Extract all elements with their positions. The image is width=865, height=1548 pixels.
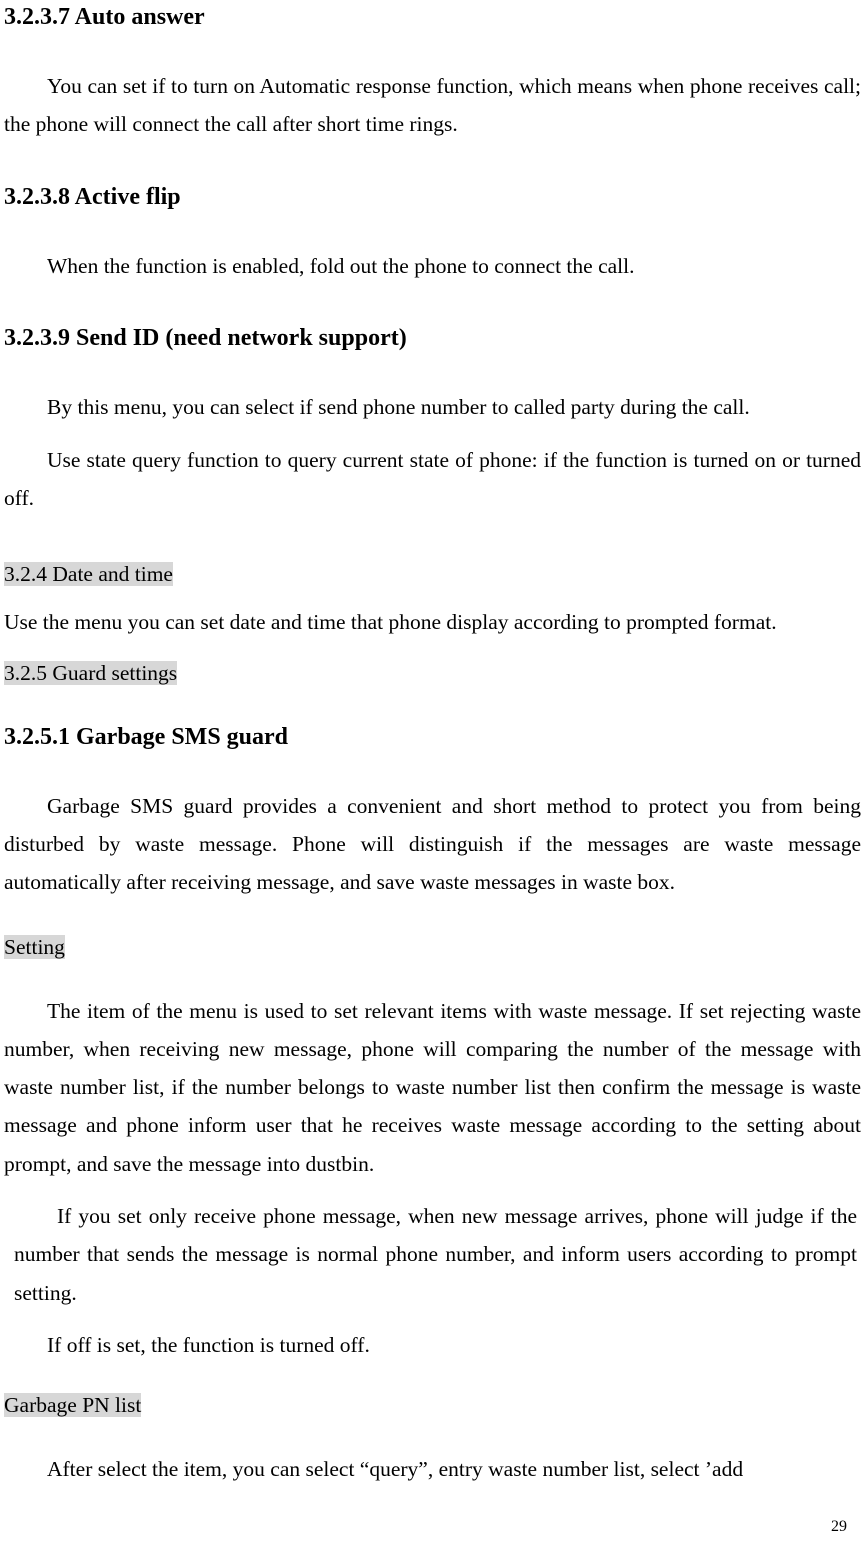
para-auto-answer: You can set if to turn on Automatic resp… <box>4 33 861 144</box>
heading-auto-answer: 3.2.3.7 Auto answer <box>4 0 861 33</box>
para-garbage-pn: After select the item, you can select “q… <box>4 1436 861 1488</box>
heading-guard-settings: 3.2.5 Guard settings <box>4 661 177 685</box>
page-number: 29 <box>831 1518 847 1536</box>
para-garbage-intro: Garbage SMS guard provides a convenient … <box>4 753 861 902</box>
heading-date-time: 3.2.4 Date and time <box>4 562 173 586</box>
heading-send-id: 3.2.3.9 Send ID (need network support) <box>4 285 861 354</box>
heading-active-flip: 3.2.3.8 Active flip <box>4 144 861 213</box>
para-date-time: Use the menu you can set date and time t… <box>4 589 861 641</box>
heading-garbage-sms: 3.2.5.1 Garbage SMS guard <box>4 688 861 753</box>
para-setting-3: If off is set, the function is turned of… <box>4 1312 861 1364</box>
para-setting-1: The item of the menu is used to set rele… <box>4 978 861 1183</box>
para-setting-2: If you set only receive phone message, w… <box>4 1183 861 1312</box>
heading-garbage-pn: Garbage PN list <box>4 1393 141 1417</box>
para-send-id-1: By this menu, you can select if send pho… <box>4 354 861 426</box>
heading-setting: Setting <box>4 935 65 959</box>
para-send-id-2: Use state query function to query curren… <box>4 427 861 518</box>
para-active-flip: When the function is enabled, fold out t… <box>4 213 861 285</box>
